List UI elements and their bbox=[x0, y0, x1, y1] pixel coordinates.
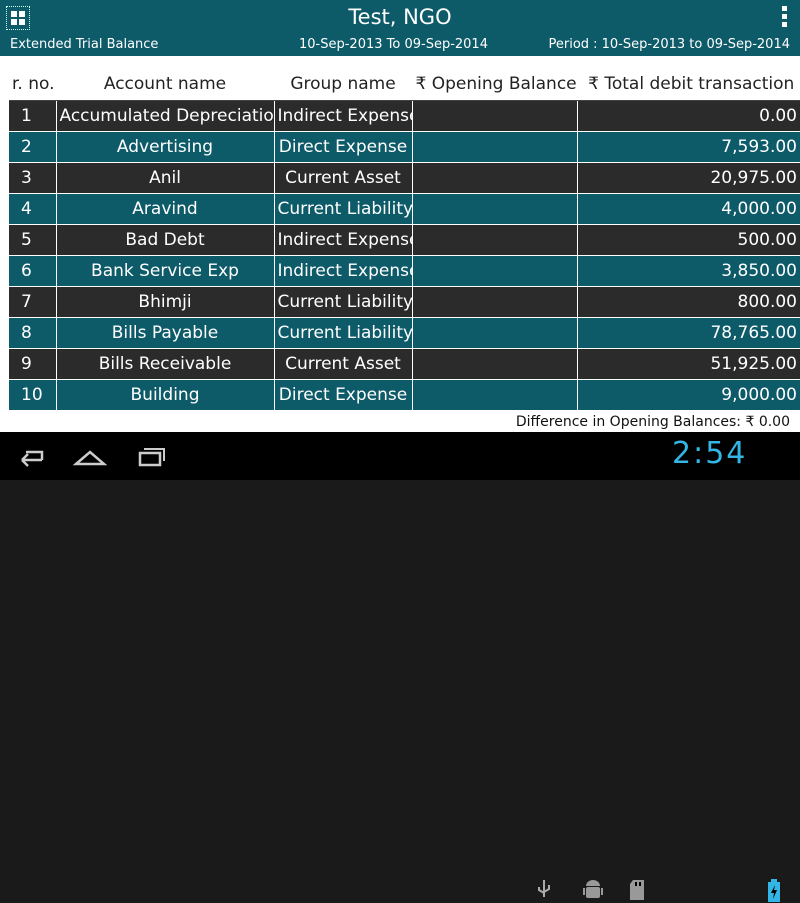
opening-balance bbox=[411, 193, 577, 225]
account-name: Advertising bbox=[55, 131, 274, 163]
row-number: 2 bbox=[9, 131, 56, 163]
status-clock: 2:54 bbox=[672, 436, 748, 471]
group-name: Current Asset bbox=[273, 162, 412, 194]
opening-balance bbox=[411, 162, 577, 194]
group-name: Indirect Expense bbox=[273, 100, 412, 132]
account-name: Aravind bbox=[55, 193, 274, 225]
table-row[interactable]: 1 Accumulated Depreciation Indirect Expe… bbox=[9, 100, 800, 132]
android-debug-icon bbox=[583, 880, 603, 898]
total-debit: 78,765.00 bbox=[576, 317, 800, 349]
column-header-total-debit[interactable]: ₹ Total debit transaction bbox=[576, 68, 800, 101]
table-row[interactable]: 4 Aravind Current Liability 4,000.00 bbox=[9, 193, 800, 225]
group-name: Current Liability bbox=[273, 286, 412, 318]
opening-balance bbox=[411, 348, 577, 380]
sd-card-icon bbox=[630, 880, 644, 900]
table-row[interactable]: 5 Bad Debt Indirect Expense 500.00 bbox=[9, 224, 800, 256]
total-debit: 800.00 bbox=[576, 286, 800, 318]
column-header-group[interactable]: Group name bbox=[273, 68, 412, 101]
column-header-rno[interactable]: r. no. bbox=[9, 68, 56, 101]
opening-balance bbox=[411, 224, 577, 256]
opening-balance bbox=[411, 379, 577, 410]
table-row[interactable]: 3 Anil Current Asset 20,975.00 bbox=[9, 162, 800, 194]
battery-charging-icon bbox=[768, 879, 780, 902]
column-header-opening-balance[interactable]: ₹ Opening Balance bbox=[411, 68, 577, 101]
recent-apps-icon[interactable] bbox=[130, 442, 170, 470]
column-header-account[interactable]: Account name bbox=[55, 68, 274, 101]
row-number: 7 bbox=[9, 286, 56, 318]
back-icon[interactable] bbox=[12, 442, 52, 470]
period-label: Period : 10-Sep-2013 to 09-Sep-2014 bbox=[548, 37, 790, 52]
account-name: Bank Service Exp bbox=[55, 255, 274, 287]
opening-balance bbox=[411, 131, 577, 163]
account-name: Anil bbox=[55, 162, 274, 194]
group-name: Indirect Expense bbox=[273, 255, 412, 287]
table-row[interactable]: 10 Building Direct Expense 9,000.00 bbox=[9, 379, 800, 410]
row-number: 10 bbox=[9, 379, 56, 410]
trial-balance-table[interactable]: r. no. Account name Group name ₹ Opening… bbox=[9, 68, 800, 410]
group-name: Current Liability bbox=[273, 317, 412, 349]
usb-icon bbox=[538, 880, 550, 897]
group-name: Direct Expense bbox=[273, 131, 412, 163]
row-number: 8 bbox=[9, 317, 56, 349]
row-number: 5 bbox=[9, 224, 56, 256]
group-name: Direct Expense bbox=[273, 379, 412, 410]
row-number: 1 bbox=[9, 100, 56, 132]
opening-balance bbox=[411, 255, 577, 287]
group-name: Current Asset bbox=[273, 348, 412, 380]
total-debit: 20,975.00 bbox=[576, 162, 800, 194]
action-bar: Test, NGO Extended Trial Balance 10-Sep-… bbox=[0, 0, 800, 56]
row-number: 4 bbox=[9, 193, 56, 225]
total-debit: 500.00 bbox=[576, 224, 800, 256]
overflow-menu-icon[interactable] bbox=[782, 6, 788, 30]
total-debit: 3,850.00 bbox=[576, 255, 800, 287]
account-name: Bhimji bbox=[55, 286, 274, 318]
row-number: 6 bbox=[9, 255, 56, 287]
app-title: Test, NGO bbox=[348, 5, 452, 29]
report-content: r. no. Account name Group name ₹ Opening… bbox=[0, 56, 800, 432]
account-name: Bills Receivable bbox=[55, 348, 274, 380]
total-debit: 9,000.00 bbox=[576, 379, 800, 410]
opening-balance bbox=[411, 317, 577, 349]
table-row[interactable]: 6 Bank Service Exp Indirect Expense 3,85… bbox=[9, 255, 800, 287]
table-row[interactable]: 9 Bills Receivable Current Asset 51,925.… bbox=[9, 348, 800, 380]
group-name: Indirect Expense bbox=[273, 224, 412, 256]
opening-balance bbox=[411, 100, 577, 132]
total-debit: 7,593.00 bbox=[576, 131, 800, 163]
account-name: Bad Debt bbox=[55, 224, 274, 256]
opening-balance bbox=[411, 286, 577, 318]
home-icon[interactable] bbox=[70, 442, 110, 470]
total-debit: 0.00 bbox=[576, 100, 800, 132]
total-debit: 51,925.00 bbox=[576, 348, 800, 380]
table-row[interactable]: 7 Bhimji Current Liability 800.00 bbox=[9, 286, 800, 318]
account-name: Building bbox=[55, 379, 274, 410]
table-row[interactable]: 8 Bills Payable Current Liability 78,765… bbox=[9, 317, 800, 349]
table-header-row: r. no. Account name Group name ₹ Opening… bbox=[9, 68, 800, 101]
report-name: Extended Trial Balance bbox=[10, 37, 159, 52]
account-name: Accumulated Depreciation bbox=[55, 100, 274, 132]
account-name: Bills Payable bbox=[55, 317, 274, 349]
row-number: 3 bbox=[9, 162, 56, 194]
total-debit: 4,000.00 bbox=[576, 193, 800, 225]
table-row[interactable]: 2 Advertising Direct Expense 7,593.00 bbox=[9, 131, 800, 163]
row-number: 9 bbox=[9, 348, 56, 380]
difference-label: Difference in Opening Balances: ₹ 0.00 bbox=[515, 414, 790, 430]
group-name: Current Liability bbox=[273, 193, 412, 225]
date-range: 10-Sep-2013 To 09-Sep-2014 bbox=[299, 37, 488, 52]
